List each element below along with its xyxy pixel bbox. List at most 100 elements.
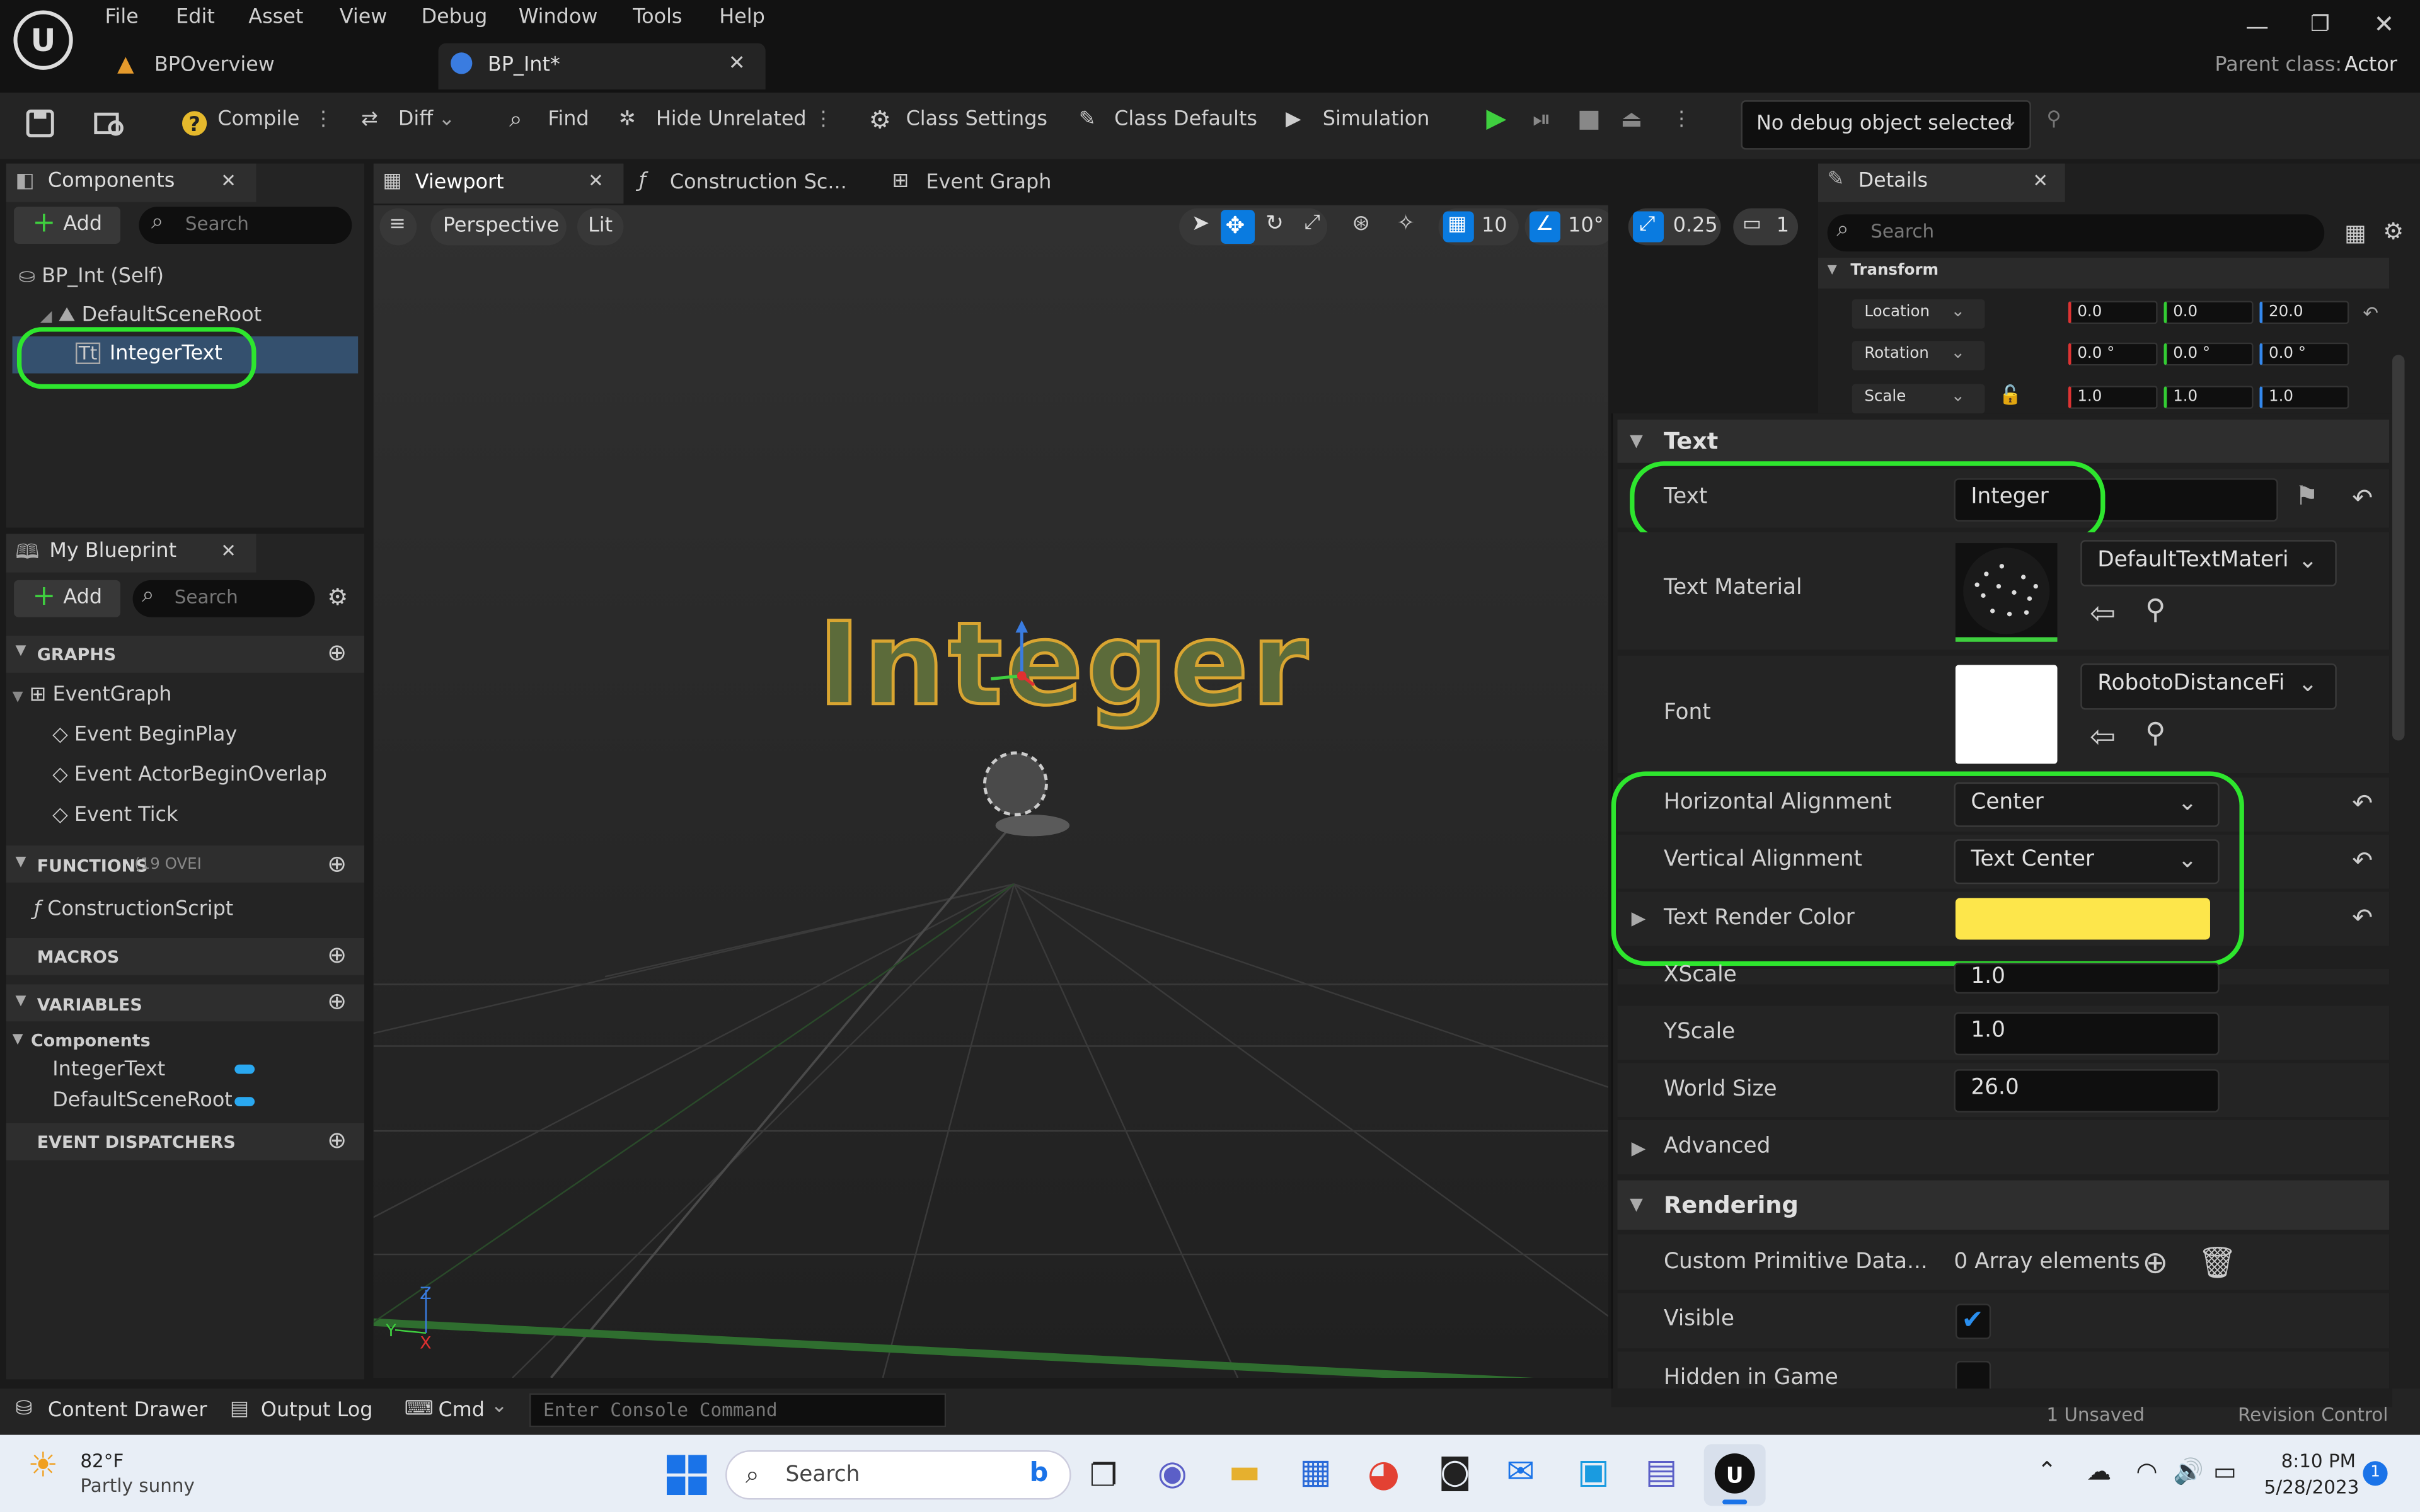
event-tick-item[interactable]: ◇ Event Tick — [52, 804, 178, 827]
default-scene-root-item[interactable]: ◢ ⛰ DefaultSceneRoot — [40, 304, 262, 327]
location-y-field[interactable]: 0.0 — [2164, 301, 2254, 324]
reset-icon[interactable]: ↶ — [2363, 302, 2378, 324]
lock-icon[interactable]: 🔓 — [1998, 384, 2022, 406]
tab-viewport[interactable]: ▦ Viewport ✕ — [373, 163, 624, 204]
construction-script-item[interactable]: ƒ ConstructionScript — [34, 898, 233, 921]
console-command-input[interactable]: Enter Console Command — [529, 1393, 947, 1428]
rotate-icon[interactable]: ↻ — [1265, 212, 1284, 236]
hide-unrelated-button[interactable]: Hide Unrelated — [656, 108, 807, 131]
tab-bpoverview[interactable]: ▲ BPOverview — [108, 46, 432, 88]
menu-view[interactable]: View — [340, 6, 388, 30]
volume-icon[interactable]: 🔊 — [2173, 1457, 2204, 1486]
font-thumbnail[interactable] — [1955, 665, 2058, 764]
select-icon[interactable]: ➤ — [1192, 212, 1210, 236]
add-circle-icon[interactable]: ⊕ — [327, 850, 347, 878]
gizmo-icon[interactable] — [988, 617, 1049, 694]
lock-app-icon[interactable]: ◙ — [1438, 1453, 1471, 1492]
components-add-button[interactable]: + Add — [14, 207, 121, 244]
taskbar-search[interactable]: ⌕ Search b — [725, 1450, 1071, 1500]
font-dropdown[interactable]: RobotoDistanceFi ⌄ — [2080, 663, 2337, 710]
scale-y-field[interactable]: 1.0 — [2164, 386, 2254, 409]
find-button[interactable]: Find — [548, 108, 589, 131]
localize-flag-icon[interactable]: ⚑ — [2295, 481, 2319, 512]
clock-time[interactable]: 8:10 PM — [2281, 1450, 2356, 1472]
my-blueprint-tab[interactable]: 🕮 My Blueprint ✕ — [6, 534, 256, 573]
perspective-button[interactable]: Perspective — [430, 208, 567, 246]
self-item[interactable]: ⛀ BP_Int (Self) — [18, 265, 164, 289]
close-window-icon[interactable]: ✕ — [2374, 9, 2395, 39]
weather-sun-icon[interactable]: ☀ — [28, 1447, 58, 1486]
onedrive-icon[interactable]: ☁ — [2087, 1457, 2111, 1486]
rotation-z-field[interactable]: 0.0 ° — [2259, 342, 2349, 366]
location-dropdown[interactable]: Location ⌄ — [1852, 299, 1985, 329]
variable-defaultsceneroot[interactable]: DefaultSceneRoot — [52, 1089, 233, 1113]
menu-window[interactable]: Window — [519, 6, 598, 30]
menu-asset[interactable]: Asset — [248, 6, 303, 30]
event-beginplay-item[interactable]: ◇ Event BeginPlay — [52, 724, 237, 747]
tab-event-graph[interactable]: ⊞ Event Graph — [887, 164, 1088, 204]
content-drawer-button[interactable]: Content Drawer — [48, 1399, 207, 1423]
rotation-y-field[interactable]: 0.0 ° — [2164, 342, 2254, 366]
scene-root-sphere-icon[interactable] — [982, 750, 1075, 842]
compile-options-icon[interactable]: ⋮ — [313, 108, 333, 131]
advance-frame-icon[interactable]: ⏯ — [1533, 105, 1551, 133]
chevron-down-icon[interactable]: ⌄ — [491, 1395, 508, 1418]
use-selected-icon[interactable]: ⇦ — [2090, 718, 2116, 755]
windows-start-icon[interactable] — [666, 1455, 707, 1496]
class-defaults-button[interactable]: Class Defaults — [1114, 108, 1257, 131]
compile-button[interactable]: Compile — [217, 108, 299, 131]
menu-debug[interactable]: Debug — [422, 6, 488, 30]
teams-icon[interactable]: ▤ — [1645, 1453, 1678, 1492]
close-icon[interactable]: ✕ — [221, 540, 236, 561]
rotation-x-field[interactable]: 0.0 ° — [2068, 342, 2158, 366]
wifi-icon[interactable]: ◠ — [2136, 1457, 2157, 1486]
variable-integertext[interactable]: IntegerText — [52, 1058, 165, 1082]
minimize-icon[interactable]: — — [2245, 13, 2269, 40]
close-icon[interactable]: ✕ — [221, 169, 236, 191]
add-circle-icon[interactable]: ⊕ — [327, 941, 347, 969]
weather-temp[interactable]: 82°F — [80, 1450, 124, 1472]
eventgraph-item[interactable]: ▼ ⊞ EventGraph — [13, 684, 172, 707]
worldsize-input[interactable]: 26.0 — [1954, 1069, 2220, 1113]
scale-dropdown[interactable]: Scale ⌄ — [1852, 384, 1985, 414]
material-thumbnail[interactable] — [1955, 543, 2058, 642]
store-icon[interactable]: ▦ — [1299, 1453, 1332, 1492]
browse-icon[interactable] — [93, 108, 127, 139]
chat-icon[interactable]: ◉ — [1158, 1455, 1187, 1493]
unreal-taskbar-button[interactable]: U — [1703, 1444, 1766, 1506]
add-circle-icon[interactable]: ⊕ — [327, 1126, 347, 1154]
trash-icon[interactable]: 🗑 — [2198, 1244, 2237, 1281]
reset-icon[interactable]: ↶ — [2352, 845, 2373, 875]
translate-icon[interactable]: ✥ — [1221, 210, 1255, 244]
rotation-dropdown[interactable]: Rotation ⌄ — [1852, 341, 1985, 370]
chrome-icon[interactable]: ◕ — [1368, 1452, 1400, 1496]
text-section-header[interactable] — [1617, 420, 2390, 463]
unsaved-status[interactable]: 1 Unsaved — [2046, 1404, 2145, 1426]
grid-snap-button[interactable]: ▦ 10 — [1438, 208, 1519, 246]
close-tab-icon[interactable]: ✕ — [729, 52, 746, 76]
output-log-button[interactable]: Output Log — [261, 1399, 373, 1423]
revision-control-status[interactable]: Revision Control — [2238, 1404, 2388, 1426]
rotation-snap-button[interactable]: ∠ 10° — [1524, 208, 1608, 246]
event-actorbeginoverlap-item[interactable]: ◇ Event ActorBeginOverlap — [52, 764, 327, 787]
compile-icon[interactable]: ? — [179, 108, 210, 139]
class-settings-button[interactable]: Class Settings — [906, 108, 1047, 131]
details-scrollbar[interactable] — [2392, 355, 2405, 741]
components-category[interactable]: Components — [31, 1031, 151, 1051]
my-blueprint-add-button[interactable]: + Add — [14, 580, 121, 617]
surface-snap-icon[interactable]: ✧ — [1397, 212, 1415, 236]
location-x-field[interactable]: 0.0 — [2068, 301, 2158, 324]
details-tab[interactable]: ✎ Details ✕ — [1818, 163, 2065, 202]
debug-browse-icon[interactable]: ⚲ — [2046, 108, 2061, 131]
simulation-button[interactable]: Simulation — [1323, 108, 1430, 131]
clock-date[interactable]: 5/28/2023 — [2264, 1477, 2360, 1498]
browse-asset-icon[interactable]: ⚲ — [2145, 594, 2165, 626]
menu-edit[interactable]: Edit — [176, 6, 215, 30]
settings-gear-icon[interactable]: ⚙ — [2383, 217, 2404, 245]
unreal-logo-icon[interactable]: U — [13, 9, 74, 71]
menu-help[interactable]: Help — [719, 6, 765, 30]
close-icon[interactable]: ✕ — [588, 169, 604, 191]
material-dropdown[interactable]: DefaultTextMateri ⌄ — [2080, 540, 2337, 587]
details-search-input[interactable]: ⌕ Search — [1827, 214, 2325, 252]
location-z-field[interactable]: 20.0 — [2259, 301, 2349, 324]
